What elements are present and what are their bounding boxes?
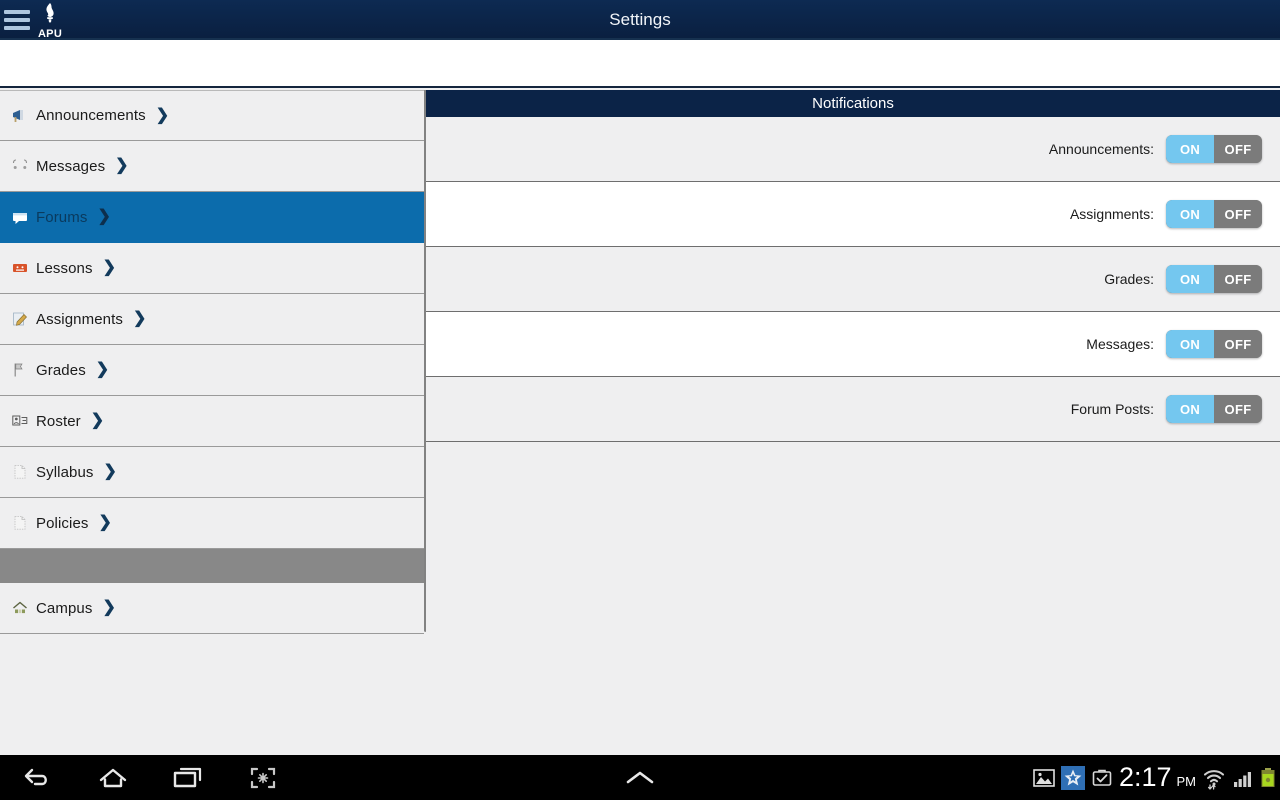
chevron-right-icon: ❯ (115, 157, 129, 174)
sidebar-item-policies[interactable]: Policies ❯ (0, 498, 424, 549)
screenshot-icon[interactable] (225, 755, 300, 800)
chevron-right-icon: ❯ (102, 599, 116, 616)
toggle-off-segment[interactable]: OFF (1214, 200, 1262, 228)
apu-logo-text: APU (37, 28, 63, 40)
notification-row: Grades: ON OFF (426, 247, 1280, 312)
notification-toggle[interactable]: ON OFF (1166, 265, 1262, 293)
gallery-image-icon[interactable] (1033, 768, 1055, 788)
apu-logo: APU (34, 1, 66, 40)
notification-label: Grades: (1104, 271, 1154, 287)
course-navigation-sidebar: Announcements ❯ Messages ❯ Forums ❯ Lessons ❯ As… (0, 90, 426, 634)
briefcase-check-icon[interactable] (1091, 767, 1113, 789)
grades-flag-icon (10, 360, 30, 380)
toggle-on-segment[interactable]: ON (1166, 330, 1214, 358)
content-top-strip (0, 40, 1280, 88)
notification-label: Messages: (1086, 336, 1154, 352)
sidebar-item-label: Forums (36, 208, 88, 226)
chevron-right-icon: ❯ (90, 412, 105, 429)
sidebar-item-forums[interactable]: Forums ❯ (0, 192, 424, 243)
chevron-right-icon: ❯ (102, 259, 116, 276)
sidebar-item-campus[interactable]: Campus ❯ (0, 583, 424, 634)
sidebar-item-label: Messages (36, 157, 106, 175)
syllabus-document-icon (10, 462, 30, 482)
sidebar-item-label: Campus (36, 599, 93, 617)
chevron-right-icon: ❯ (155, 106, 170, 124)
cellular-signal-icon (1232, 767, 1254, 789)
sidebar-item-label: Syllabus (36, 463, 94, 481)
sidebar-item-assignments[interactable]: Assignments ❯ (0, 294, 424, 345)
hamburger-menu-icon[interactable] (4, 8, 32, 32)
notifications-list: Announcements: ON OFF Assignments: ON OFF Grad… (426, 117, 1280, 442)
status-clock: 2:17 PM (1119, 764, 1196, 791)
sidebar-spacer (0, 549, 424, 583)
notification-row: Forum Posts: ON OFF (426, 377, 1280, 442)
clock-time: 2:17 (1118, 762, 1172, 792)
sidebar-item-label: Announcements (36, 107, 146, 124)
sidebar-item-label: Policies (36, 514, 89, 532)
sidebar-item-grades[interactable]: Grades ❯ (0, 345, 424, 396)
chevron-right-icon: ❯ (132, 310, 147, 327)
toggle-off-segment[interactable]: OFF (1214, 265, 1262, 293)
clock-ampm: PM (1176, 774, 1197, 789)
chevron-right-icon: ❯ (98, 514, 112, 531)
notification-label: Forum Posts: (1070, 401, 1154, 417)
toggle-on-segment[interactable]: ON (1166, 265, 1214, 293)
chevron-right-icon: ❯ (95, 361, 110, 378)
app-root: APU Settings Announcements ❯ Messages ❯ Foru… (0, 0, 1280, 800)
hamburger-bar (4, 10, 30, 14)
notifications-panel-header: Notifications (426, 90, 1280, 117)
torch-logo-icon (41, 2, 59, 29)
notification-label: Assignments: (1069, 206, 1154, 222)
sidebar-item-syllabus[interactable]: Syllabus ❯ (0, 447, 424, 498)
roster-people-icon (10, 411, 30, 431)
toggle-on-segment[interactable]: ON (1166, 200, 1214, 228)
chevron-right-icon: ❯ (97, 208, 111, 225)
recent-apps-icon[interactable] (150, 755, 225, 800)
toggle-on-segment[interactable]: ON (1166, 135, 1214, 163)
notification-row: Messages: ON OFF (426, 312, 1280, 377)
home-icon[interactable] (75, 755, 150, 800)
notification-toggle[interactable]: ON OFF (1166, 200, 1262, 228)
announcements-megaphone-icon (10, 106, 30, 126)
content-area: Announcements ❯ Messages ❯ Forums ❯ Lessons ❯ As… (0, 90, 1280, 755)
sidebar-item-label: Roster (36, 412, 81, 430)
app-title-bar: APU Settings (0, 0, 1280, 40)
policies-document-icon (10, 513, 30, 533)
toggle-off-segment[interactable]: OFF (1214, 330, 1262, 358)
sidebar-item-lessons[interactable]: Lessons ❯ (0, 243, 424, 294)
chevron-right-icon: ❯ (103, 463, 117, 480)
battery-icon (1260, 767, 1276, 789)
android-system-navbar: 2:17 PM (0, 755, 1280, 800)
back-icon[interactable] (0, 755, 75, 800)
toggle-off-segment[interactable]: OFF (1214, 395, 1262, 423)
wifi-icon (1202, 766, 1226, 790)
star-app-icon[interactable] (1060, 765, 1085, 790)
sidebar-item-messages[interactable]: Messages ❯ (0, 141, 424, 192)
campus-home-icon (10, 598, 30, 618)
notification-toggle[interactable]: ON OFF (1166, 395, 1262, 423)
assignments-pencil-icon (10, 309, 30, 329)
toggle-off-segment[interactable]: OFF (1214, 135, 1262, 163)
hamburger-bar (4, 26, 30, 30)
lessons-book-icon (10, 258, 30, 278)
toggle-on-segment[interactable]: ON (1166, 395, 1214, 423)
sidebar-item-label: Lessons (36, 259, 93, 277)
sidebar-item-label: Grades (36, 361, 86, 379)
status-icons-group: 2:17 PM (1033, 755, 1276, 800)
notification-row: Announcements: ON OFF (426, 117, 1280, 182)
chevron-up-icon[interactable] (605, 755, 675, 800)
page-title: Settings (609, 10, 671, 29)
notification-row: Assignments: ON OFF (426, 182, 1280, 247)
notification-label: Announcements: (1048, 141, 1154, 157)
messages-envelope-icon (10, 156, 30, 176)
notification-toggle[interactable]: ON OFF (1166, 330, 1262, 358)
forums-chat-icon (10, 207, 30, 227)
sidebar-item-label: Assignments (36, 310, 123, 328)
sidebar-item-roster[interactable]: Roster ❯ (0, 396, 424, 447)
hamburger-bar (4, 18, 30, 22)
navbar-buttons-group (0, 755, 300, 800)
notification-toggle[interactable]: ON OFF (1166, 135, 1262, 163)
sidebar-item-announcements[interactable]: Announcements ❯ (0, 90, 424, 141)
